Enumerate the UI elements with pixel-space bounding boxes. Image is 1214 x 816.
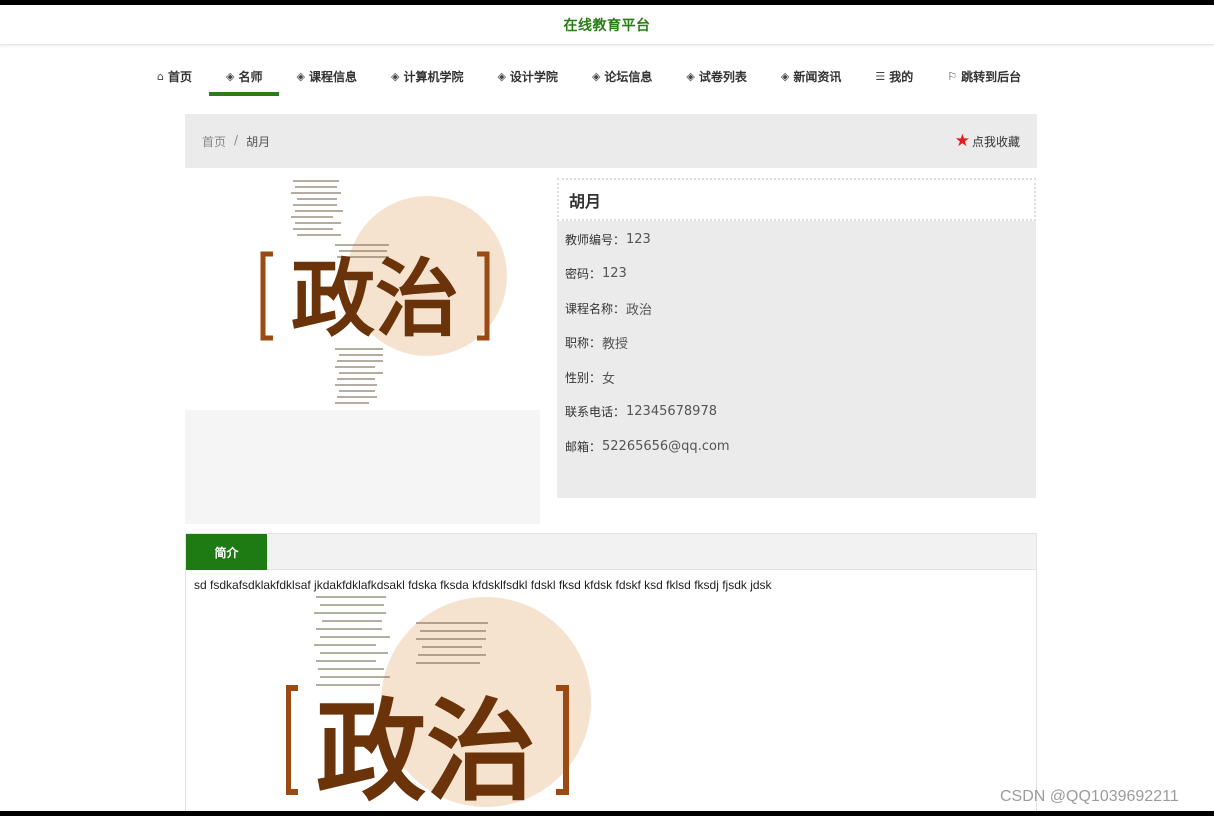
info-row: 邮箱： 52265656@qq.com [557,429,1036,464]
field-label: 教师编号： [565,232,626,247]
flag-icon: ⚐ [947,69,958,83]
field-value: 教授 [602,337,629,353]
info-row: 密码： 123 [557,257,1036,292]
breadcrumb: 首页 / 胡月 [202,133,270,150]
layers-icon: ◈ [686,69,695,83]
nav-item-1[interactable]: ◈ 名师 [209,56,280,96]
nav-item-label: 计算机学院 [403,69,464,84]
breadcrumb-home[interactable]: 首页 [202,133,226,150]
menu-icon: ☰ [875,69,886,83]
nav-item-5[interactable]: ◈ 论坛信息 [575,56,669,96]
site-title[interactable]: 在线教育平台 [564,15,651,35]
field-value: 123 [602,266,627,282]
tab-panel: 简介 sd fsdkafsdklakfdklsaf jkdakfdklafkds… [185,533,1037,816]
info-row: 性别：女 [557,360,1036,395]
nav-item-label: 我的 [889,69,914,84]
info-row: 课程名称： 政治 [557,291,1036,326]
main-nav: ⌂ 首页 ◈ 名师 ◈ 课程信息 ◈ 计算机学院 ◈ 设计学院 ◈ 论坛信息 ◈ 试卷列表 ◈ 新闻资讯 ☰ 我的… [140,56,1100,96]
field-value: 12345678978 [626,404,717,420]
teacher-fields: 教师编号： 123 密码： 123 课程名称： 政治 职称： 教授 性别：女联系电话： 12345… [557,221,1036,464]
breadcrumb-bar: 首页 / 胡月 ★ 点我收藏 [185,114,1037,168]
watermark: CSDN @QQ1039692211 [1000,788,1179,805]
layers-icon: ◈ [390,69,400,83]
field-label: 密码： [565,267,602,282]
nav-item-6[interactable]: ◈ 试卷列表 [669,56,763,96]
intro-image-text: 政治 [316,688,536,816]
nav-item-label: 跳转到后台 [961,69,1022,84]
nav-item-8[interactable]: ☰ 我的 [858,56,930,96]
nav-item-9[interactable]: ⚐ 跳转到后台 [930,56,1038,96]
nav-item-label: 课程信息 [308,69,357,84]
star-icon: ★ [954,130,970,151]
breadcrumb-separator: / [234,132,239,147]
nav-item-2[interactable]: ◈ 课程信息 [279,56,373,96]
nav-item-label: 设计学院 [509,69,558,84]
tab-bar: 简介 [186,534,1036,570]
info-row: 职称： 教授 [557,326,1036,361]
field-label: 性别： [565,370,602,385]
teacher-info-panel: 胡月 教师编号： 123 密码： 123 课程名称： 政治 职称： 教授 性别：女联系电话： 12… [557,178,1036,498]
nav-item-label: 试卷列表 [698,69,747,84]
window-bottom-border [0,811,1214,816]
nav-item-label: 新闻资讯 [793,69,842,84]
field-value: 政治 [626,302,653,318]
layers-icon: ◈ [296,69,305,83]
field-label: 邮箱： [565,439,602,454]
field-value: 女 [602,371,616,387]
teacher-name: 胡月 [557,178,1036,221]
nav-item-label: 名师 [238,69,263,84]
layers-icon: ◈ [226,69,235,83]
nav-item-label: 论坛信息 [604,69,653,84]
nav-item-3[interactable]: ◈ 计算机学院 [374,56,480,96]
course-cover-image[interactable]: 政治 [185,178,540,410]
field-label: 课程名称： [565,301,626,316]
field-value: 123 [626,231,651,247]
info-row: 教师编号： 123 [557,222,1036,257]
layers-icon: ◈ [497,69,506,83]
favorite-button[interactable]: ★ 点我收藏 [954,130,1020,151]
tab-intro[interactable]: 简介 [186,534,267,570]
nav-item-label: 首页 [167,69,192,84]
layers-icon: ◈ [780,69,790,83]
field-label: 职称： [565,336,602,351]
top-header: 在线教育平台 [0,5,1214,45]
cover-panel: 政治 [185,178,540,524]
nav-item-0[interactable]: ⌂ 首页 [140,56,209,96]
field-value: 52265656@qq.com [602,438,730,454]
field-label: 联系电话： [565,405,626,420]
home-icon: ⌂ [157,69,164,83]
favorite-label: 点我收藏 [971,134,1020,149]
nav-item-7[interactable]: ◈ 新闻资讯 [764,56,858,96]
cover-image-text: 政治 [291,250,459,348]
intro-text: sd fsdkafsdklakfdklsaf jkdakfdklafkdsakl… [194,578,772,592]
breadcrumb-current: 胡月 [246,134,271,149]
intro-image: 政治 [286,592,606,816]
info-row: 联系电话： 12345678978 [557,395,1036,430]
layers-icon: ◈ [591,69,601,83]
nav-item-4[interactable]: ◈ 设计学院 [480,56,574,96]
